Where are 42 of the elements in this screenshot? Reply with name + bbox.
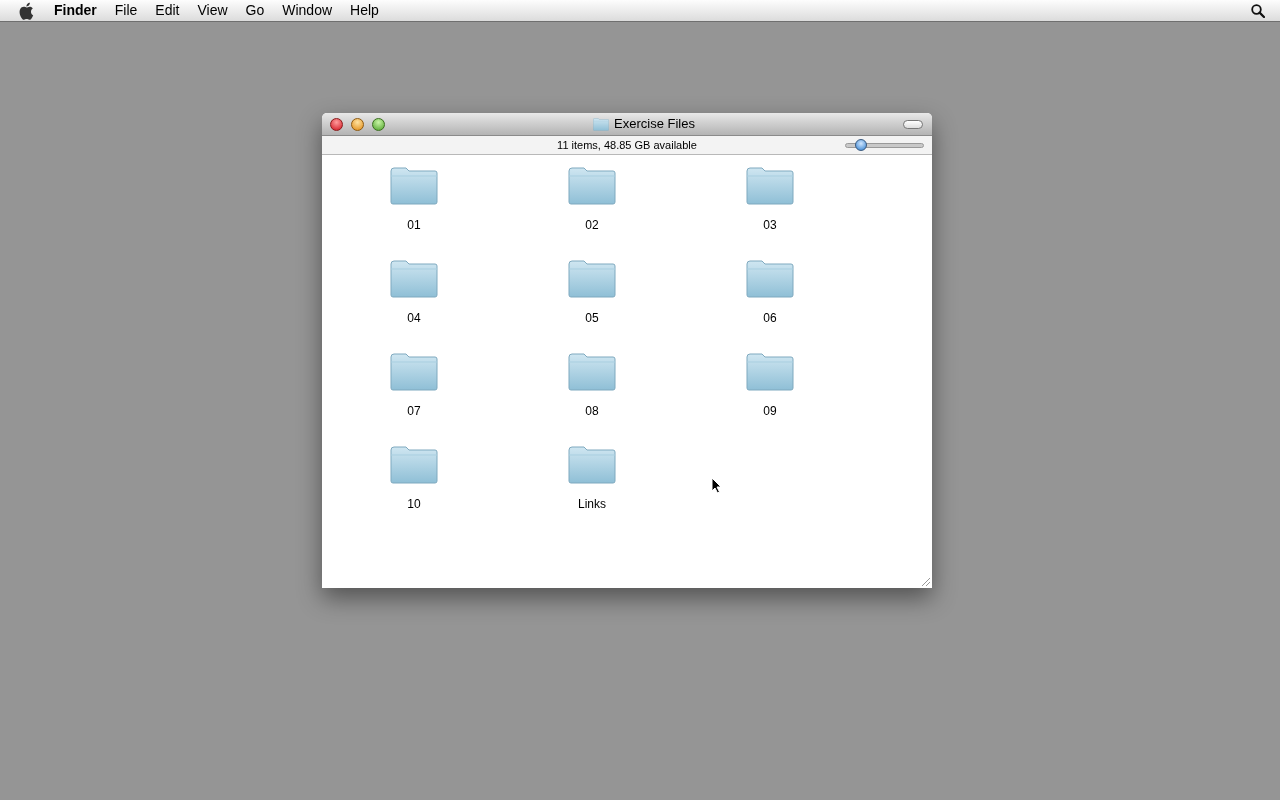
folder-icon: [390, 446, 438, 484]
slider-thumb[interactable]: [855, 138, 868, 151]
status-text: 11 items, 48.85 GB available: [557, 137, 697, 153]
folder-icon: [390, 353, 438, 391]
folder-name[interactable]: 10: [407, 495, 421, 513]
menu-item[interactable]: Help: [350, 0, 379, 21]
folder-name[interactable]: 07: [407, 402, 421, 420]
menu-item[interactable]: Edit: [155, 0, 180, 21]
folder-icon: [746, 260, 794, 298]
apple-logo-icon[interactable]: [18, 1, 35, 20]
toolbar-toggle-button[interactable]: [903, 119, 923, 129]
folder-icon: [568, 167, 616, 205]
folder-icon: [593, 117, 610, 131]
window-title: Exercise Files: [614, 115, 695, 134]
search-icon[interactable]: [1251, 3, 1265, 18]
minimize-button[interactable]: [351, 117, 364, 131]
menu-item[interactable]: File: [114, 0, 138, 21]
icon-size-slider[interactable]: [845, 142, 924, 148]
folder-name[interactable]: 01: [407, 216, 421, 234]
folder-name[interactable]: 06: [763, 309, 777, 327]
zoom-button[interactable]: [372, 117, 385, 131]
folder-icon: [568, 353, 616, 391]
menu-item[interactable]: Window: [282, 0, 333, 21]
menu-item[interactable]: View: [197, 0, 228, 21]
folder-icon: [390, 260, 438, 298]
menu-item[interactable]: Go: [245, 0, 265, 21]
folder-icon: [746, 353, 794, 391]
folder-icon: [568, 260, 616, 298]
resize-grip-icon[interactable]: [921, 577, 931, 587]
folder-icon: [746, 167, 794, 205]
folder-name[interactable]: 08: [585, 402, 599, 420]
folder-name[interactable]: 09: [763, 402, 777, 420]
folder-icon: [390, 167, 438, 205]
folder-name[interactable]: 02: [585, 216, 599, 234]
folder-name[interactable]: 05: [585, 309, 599, 327]
folder-name[interactable]: 04: [407, 309, 421, 327]
close-button[interactable]: [330, 117, 343, 131]
folder-icon: [568, 446, 616, 484]
folder-name[interactable]: Links: [578, 495, 606, 513]
app-menu[interactable]: Finder: [54, 0, 97, 21]
mouse-pointer-icon: [711, 477, 722, 494]
folder-name[interactable]: 03: [763, 216, 777, 234]
